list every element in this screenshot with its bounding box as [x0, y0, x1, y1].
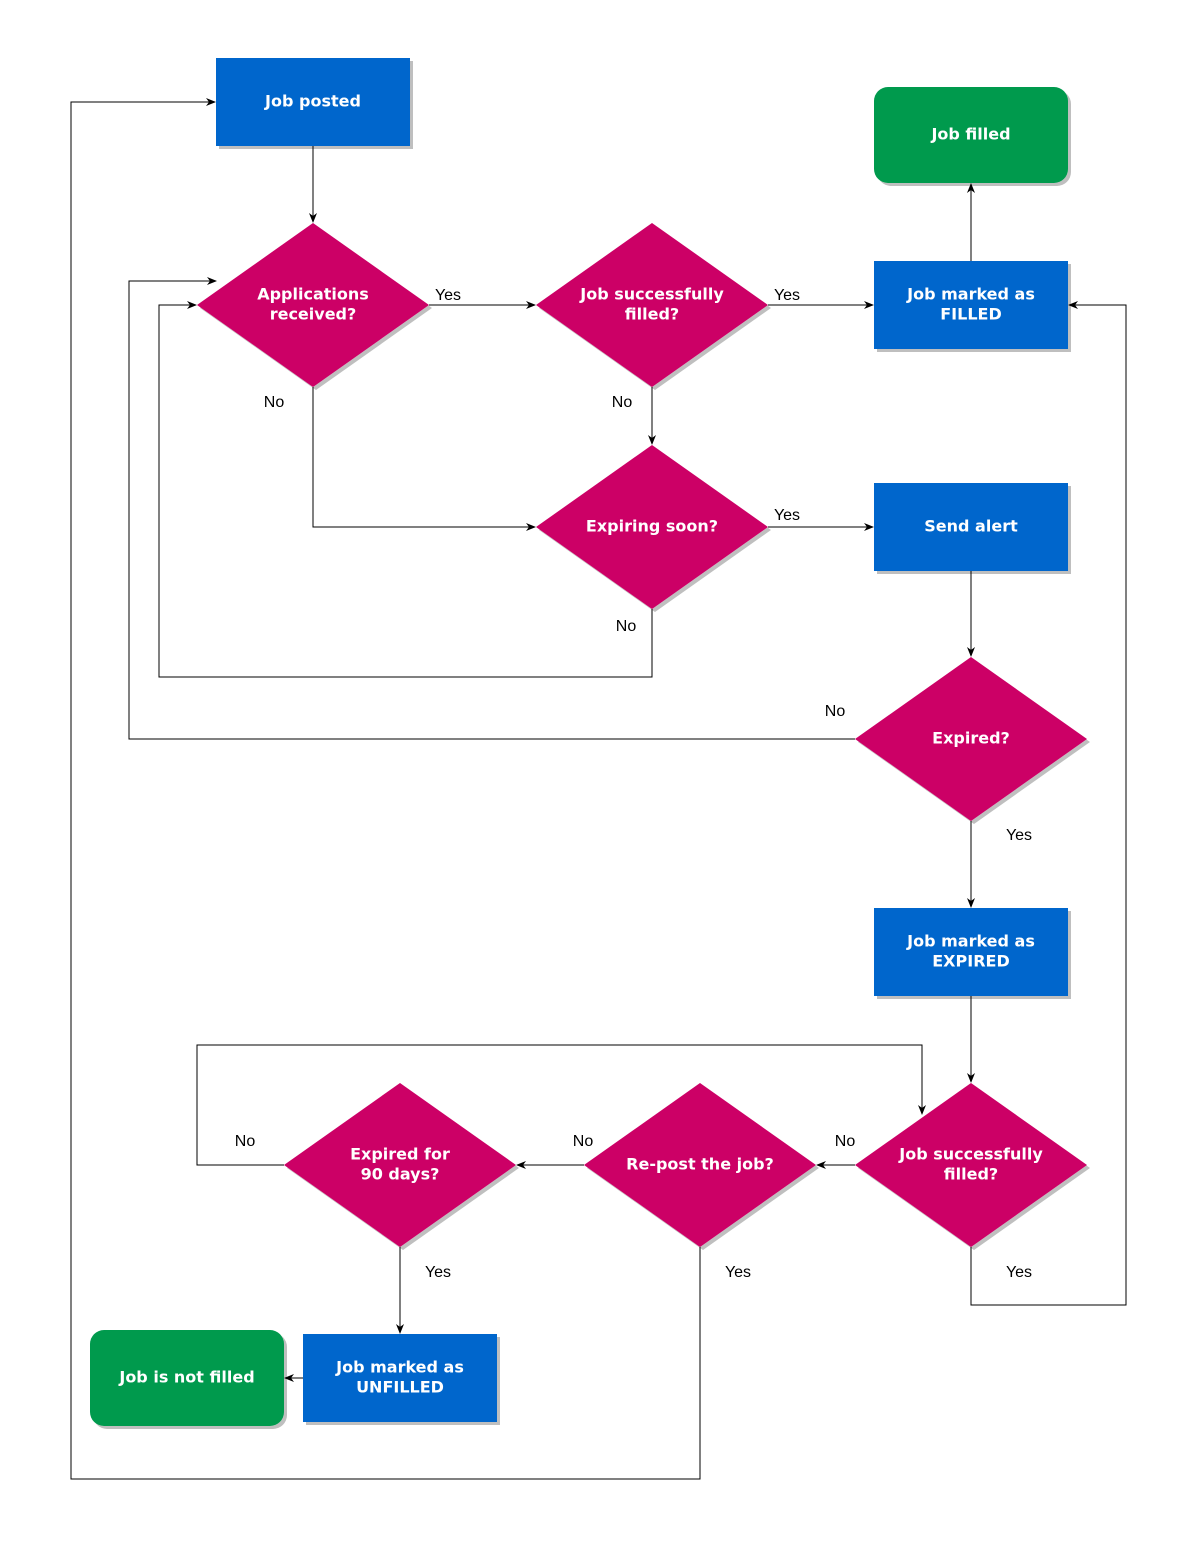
node-label: filled? — [944, 1165, 998, 1184]
node-repost[interactable]: Re-post the job? — [584, 1083, 816, 1247]
node-label: Send alert — [924, 517, 1018, 536]
nodes-layer: Job posted Applicationsreceived? Job succe… — [90, 58, 1087, 1426]
edge-label-no: No — [825, 703, 846, 720]
node-expiring-soon[interactable]: Expiring soon? — [536, 445, 768, 609]
edge-label-no: No — [835, 1133, 856, 1150]
node-job-filled-1[interactable]: Job successfullyfilled? — [536, 223, 768, 387]
node-label: 90 days? — [361, 1165, 440, 1184]
edge-expiring-soon-to-applications-received — [158, 301, 653, 678]
edge-label-no: No — [235, 1133, 256, 1150]
edge-label-yes: Yes — [1006, 1264, 1032, 1281]
node-label: Job is not filled — [118, 1368, 254, 1387]
edge-label-no: No — [573, 1133, 594, 1150]
node-label: Re-post the job? — [626, 1155, 774, 1174]
node-label: Job marked as — [906, 285, 1035, 304]
node-label: filled? — [625, 305, 679, 324]
node-label: FILLED — [940, 305, 1001, 324]
node-label: Job successfully — [579, 285, 724, 304]
edge-label-yes: Yes — [435, 287, 461, 304]
node-marked-filled[interactable]: Job marked asFILLED — [874, 261, 1068, 349]
node-label: Job marked as — [906, 932, 1035, 951]
edge-expired-to-applications-received — [128, 277, 855, 740]
node-expired[interactable]: Expired? — [855, 657, 1087, 821]
node-send-alert[interactable]: Send alert — [874, 483, 1068, 571]
node-label: Expired for — [350, 1145, 450, 1164]
edge-label-yes: Yes — [774, 287, 800, 304]
node-label: UNFILLED — [356, 1378, 444, 1397]
edge-label-no: No — [616, 618, 637, 635]
edge-label-yes: Yes — [1006, 827, 1032, 844]
node-label: Job posted — [264, 92, 361, 111]
node-applications-received[interactable]: Applicationsreceived? — [197, 223, 429, 387]
node-label: Applications — [257, 285, 369, 304]
node-job-filled-terminal[interactable]: Job filled — [874, 87, 1068, 183]
node-label: EXPIRED — [932, 952, 1009, 971]
node-marked-unfilled[interactable]: Job marked asUNFILLED — [303, 1334, 497, 1422]
node-job-posted[interactable]: Job posted — [216, 58, 410, 146]
edge-label-yes: Yes — [725, 1264, 751, 1281]
node-label: Job successfully — [898, 1145, 1043, 1164]
node-label: Expiring soon? — [586, 517, 718, 536]
edge-label-yes: Yes — [425, 1264, 451, 1281]
node-marked-expired[interactable]: Job marked asEXPIRED — [874, 908, 1068, 996]
edge-expired-90-to-job-filled-2 — [196, 1044, 926, 1166]
node-job-filled-2[interactable]: Job successfullyfilled? — [855, 1083, 1087, 1247]
edge-applications-received-to-expiring-soon — [312, 387, 536, 531]
node-label: received? — [270, 305, 357, 324]
node-not-filled-terminal[interactable]: Job is not filled — [90, 1330, 284, 1426]
edge-label-no: No — [264, 394, 285, 411]
edge-label-no: No — [612, 394, 633, 411]
node-label: Job marked as — [335, 1358, 464, 1377]
edge-label-yes: Yes — [774, 507, 800, 524]
node-expired-90[interactable]: Expired for90 days? — [284, 1083, 516, 1247]
flowchart-canvas: Job posted Applicationsreceived? Job succe… — [70, 58, 1127, 1480]
node-label: Expired? — [932, 729, 1010, 748]
node-label: Job filled — [930, 125, 1010, 144]
